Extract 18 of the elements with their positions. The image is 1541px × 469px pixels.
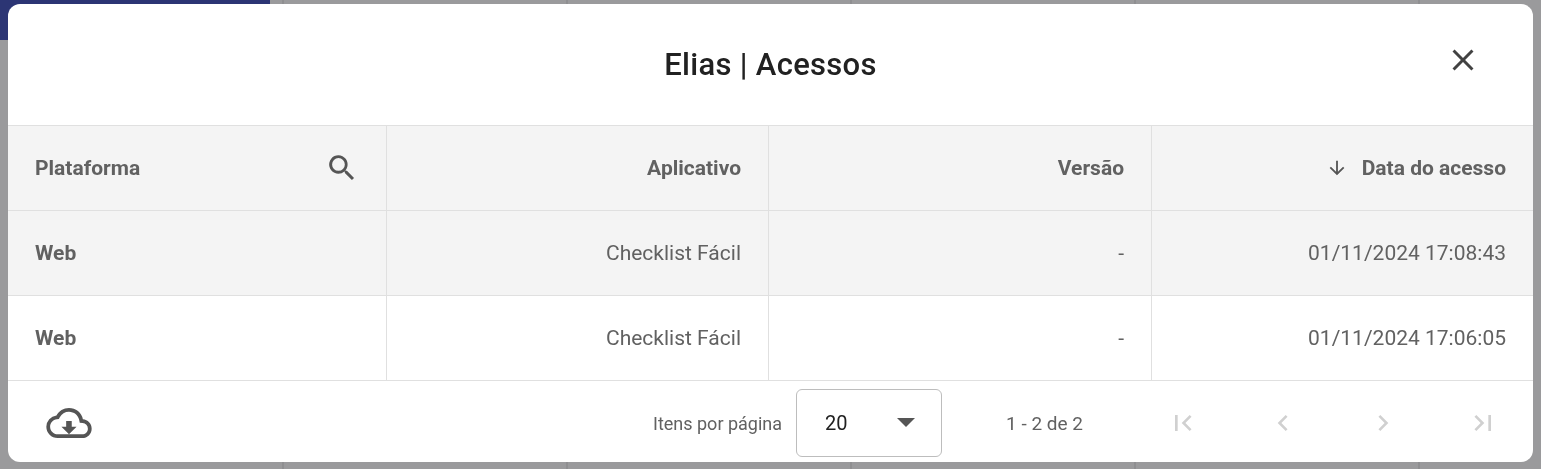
page-range-text: 1 - 2 de 2 (1006, 411, 1083, 435)
table-cell: 01/11/2024 17:06:05 (1308, 326, 1506, 350)
table-cell: Web (35, 241, 77, 265)
table-cell: Checklist Fácil (605, 241, 741, 265)
dialog-title: Elias | Acessos (664, 46, 877, 83)
dropdown-caret-icon (897, 418, 916, 428)
column-header[interactable]: Data do acesso (1152, 126, 1533, 210)
column-header[interactable]: Versão (769, 126, 1152, 210)
page-size-select[interactable]: 20 (796, 389, 943, 457)
table-cell: - (1118, 326, 1124, 350)
table-cell: Web (35, 326, 77, 350)
items-per-page-label: Itens por página (653, 412, 783, 434)
column-header[interactable]: Aplicativo (387, 126, 769, 210)
table-cell: - (1118, 241, 1124, 265)
table-cell: Checklist Fácil (605, 326, 741, 350)
column-header[interactable]: Plataforma (8, 126, 387, 210)
table-cell: 01/11/2024 17:08:43 (1308, 241, 1506, 265)
cloud-download-icon[interactable] (46, 406, 92, 440)
